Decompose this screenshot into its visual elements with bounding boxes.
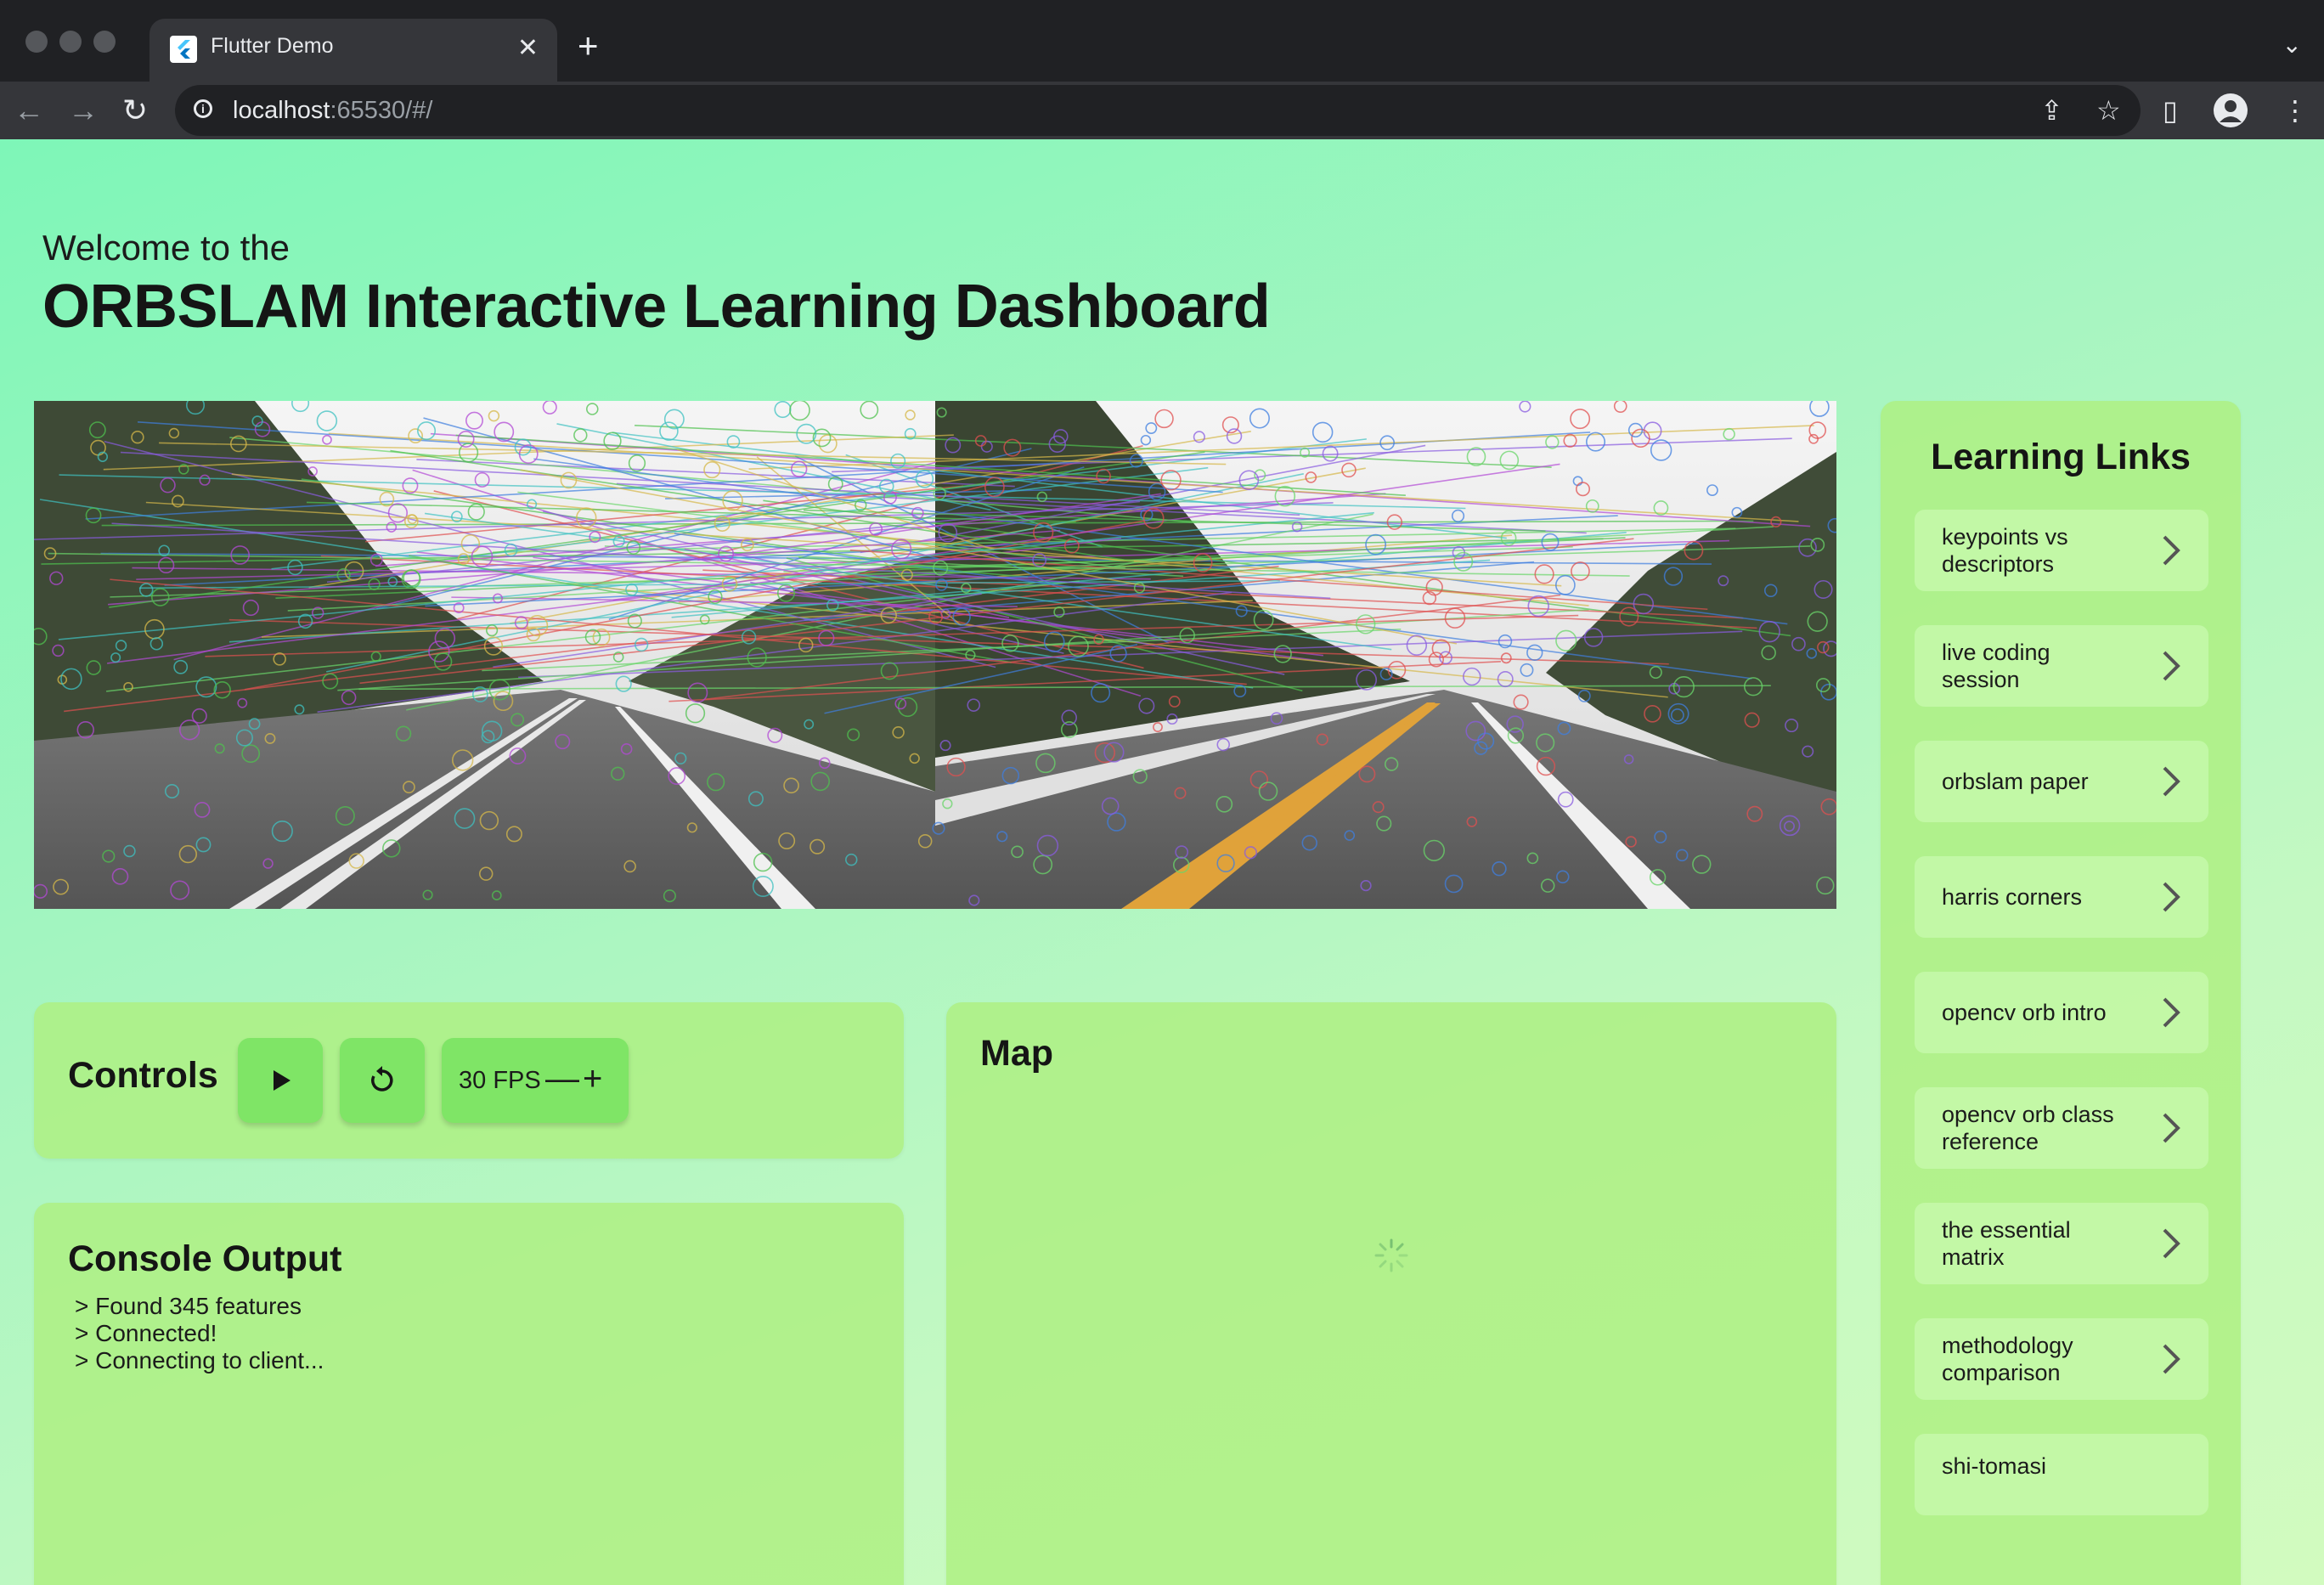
window-close-dot[interactable] — [25, 31, 48, 53]
console-line: > Connected! — [75, 1320, 217, 1346]
share-icon[interactable]: ⇪ — [2040, 95, 2063, 126]
chevron-right-icon — [2163, 766, 2180, 797]
back-icon[interactable]: ← — [14, 93, 44, 127]
browser-titlebar: Flutter Demo ✕ + ⌄ — [0, 0, 2324, 82]
learning-links-panel: Learning Links keypoints vs descriptors … — [1881, 401, 2241, 1585]
chevron-right-icon — [2163, 997, 2180, 1028]
new-tab-icon[interactable]: + — [578, 28, 599, 64]
fps-value: 30 FPS — [459, 1067, 541, 1094]
window-zoom-dot[interactable] — [93, 31, 116, 53]
learning-links-list[interactable]: keypoints vs descriptors live coding ses… — [1915, 510, 2208, 1575]
link-shi-tomasi[interactable]: shi-tomasi — [1915, 1434, 2208, 1515]
loading-spinner-icon — [1374, 1238, 1408, 1272]
url-text[interactable]: localhost:65530/#/ — [233, 97, 432, 125]
link-label: methodology comparison — [1942, 1333, 2073, 1385]
fps-increase-button[interactable]: + — [583, 1058, 602, 1099]
link-label: keypoints vs descriptors — [1942, 524, 2068, 577]
chevron-right-icon — [2163, 651, 2180, 681]
chevron-right-icon — [2163, 882, 2180, 912]
link-label: the essential matrix — [1942, 1217, 2071, 1270]
tab-search-chevron-icon[interactable]: ⌄ — [2282, 31, 2302, 59]
controls-panel: Controls 30 FPS — + — [34, 1002, 904, 1159]
stereo-road-frames — [34, 401, 1836, 909]
chevron-right-icon — [2163, 1113, 2180, 1143]
link-harris-corners[interactable]: harris corners — [1915, 856, 2208, 938]
console-title: Console Output — [68, 1238, 342, 1279]
console-panel: Console Output > Found 345 features > Co… — [34, 1203, 904, 1585]
link-label: shi-tomasi — [1942, 1453, 2047, 1479]
app-page: Welcome to the ORBSLAM Interactive Learn… — [0, 139, 2324, 1585]
link-label: orbslam paper — [1942, 769, 2089, 794]
link-keypoints-vs-descriptors[interactable]: keypoints vs descriptors — [1915, 510, 2208, 591]
link-label: opencv orb intro — [1942, 1000, 2107, 1025]
side-panel-icon[interactable]: ▯ — [2163, 93, 2178, 127]
forward-icon[interactable]: → — [68, 93, 99, 127]
browser-tab[interactable]: Flutter Demo ✕ — [149, 19, 557, 82]
fps-decrease-button[interactable]: — — [545, 1058, 579, 1099]
console-line: > Connecting to client... — [75, 1347, 324, 1373]
learning-links-title: Learning Links — [1931, 437, 2191, 477]
site-info-icon[interactable]: i — [194, 99, 212, 118]
tab-title: Flutter Demo — [211, 34, 334, 58]
play-icon — [274, 1070, 290, 1091]
chevron-right-icon — [2163, 535, 2180, 566]
link-opencv-orb-intro[interactable]: opencv orb intro — [1915, 972, 2208, 1053]
bookmark-star-icon[interactable]: ☆ — [2096, 95, 2121, 126]
controls-label: Controls — [68, 1055, 218, 1096]
reset-button[interactable] — [340, 1038, 425, 1123]
link-the-essential-matrix[interactable]: the essential matrix — [1915, 1203, 2208, 1284]
page-title: ORBSLAM Interactive Learning Dashboard — [42, 273, 1271, 341]
chevron-right-icon — [2163, 1344, 2180, 1374]
welcome-text: Welcome to the — [42, 228, 290, 268]
tab-close-icon[interactable]: ✕ — [517, 34, 539, 63]
reload-icon[interactable]: ↻ — [122, 93, 148, 127]
link-label: harris corners — [1942, 884, 2083, 910]
link-label: live coding session — [1942, 640, 2050, 692]
chevron-right-icon — [2163, 1228, 2180, 1259]
feature-matching-image — [34, 401, 1836, 909]
link-label: opencv orb class reference — [1942, 1102, 2114, 1154]
link-orbslam-paper[interactable]: orbslam paper — [1915, 741, 2208, 822]
browser-menu-icon[interactable]: ⋮ — [2282, 93, 2309, 127]
link-opencv-orb-class-reference[interactable]: opencv orb class reference — [1915, 1087, 2208, 1169]
map-title: Map — [980, 1033, 1053, 1074]
console-line: > Found 345 features — [75, 1293, 302, 1319]
link-methodology-comparison[interactable]: methodology comparison — [1915, 1318, 2208, 1400]
play-button[interactable] — [238, 1038, 323, 1123]
profile-avatar-icon[interactable] — [2214, 93, 2248, 127]
map-panel: Map — [946, 1002, 1836, 1585]
window-minimize-dot[interactable] — [59, 31, 82, 53]
flutter-icon — [170, 36, 197, 63]
fps-stepper: 30 FPS — + — [442, 1038, 629, 1123]
refresh-icon — [371, 1066, 393, 1091]
address-bar[interactable]: i localhost:65530/#/ ⇪ ☆ — [175, 85, 2141, 136]
browser-toolbar: ← → ↻ i localhost:65530/#/ ⇪ ☆ ▯ ⋮ — [0, 82, 2324, 139]
link-live-coding-session[interactable]: live coding session — [1915, 625, 2208, 707]
